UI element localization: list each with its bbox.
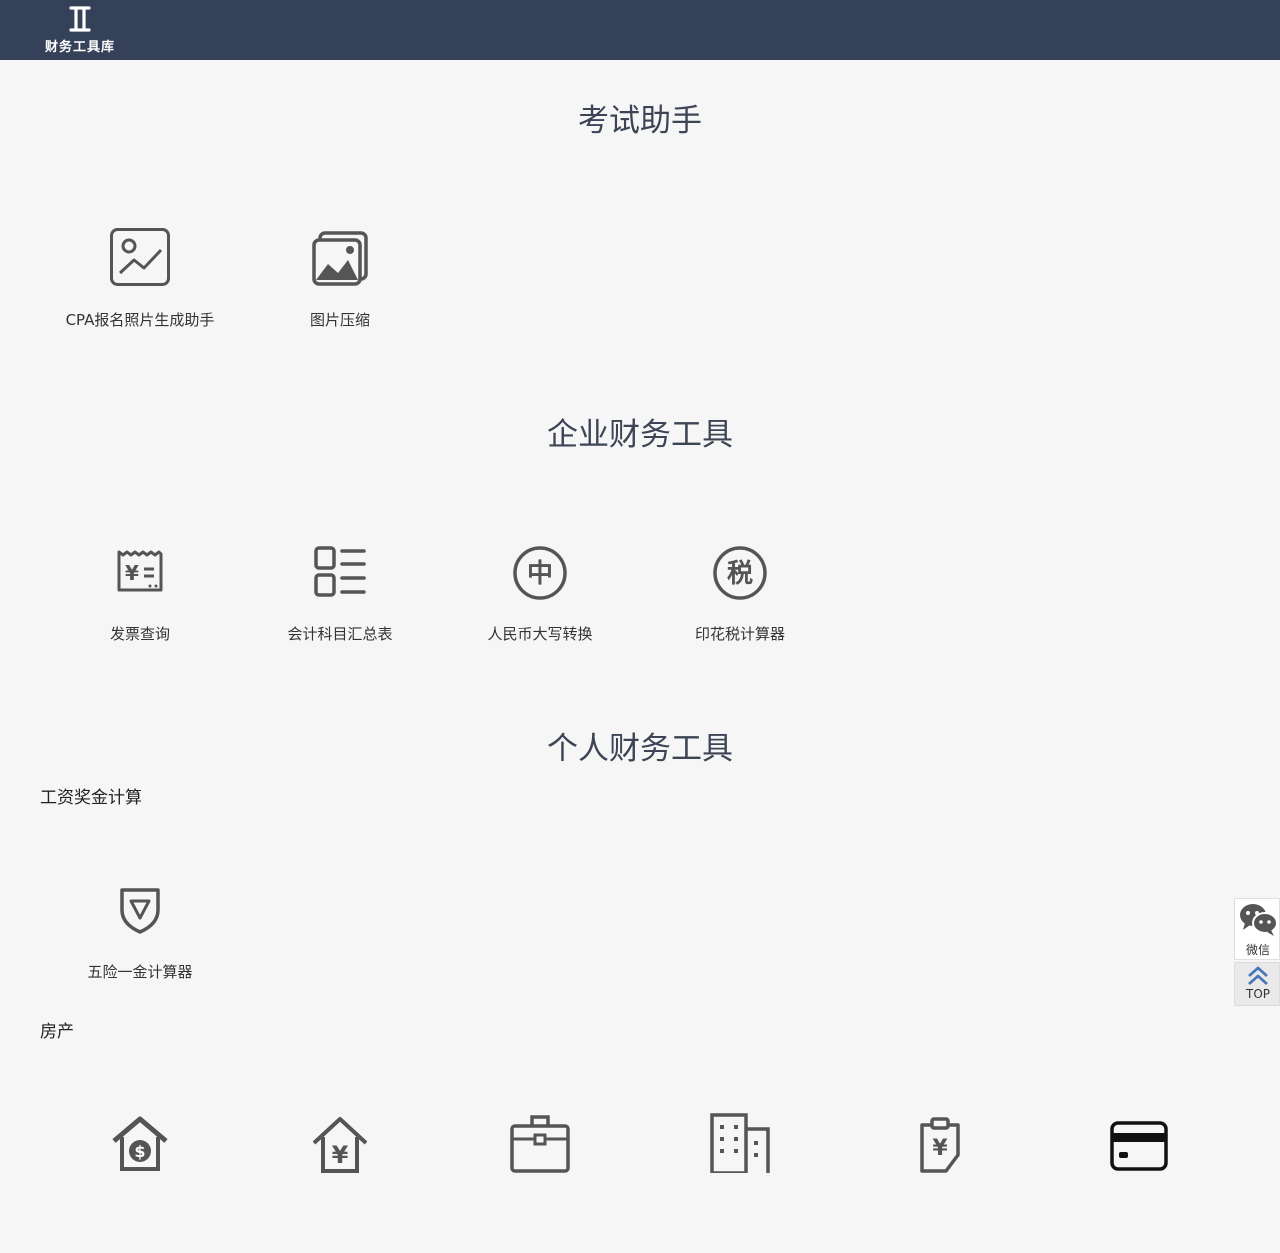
- tool-image-compress[interactable]: 图片压缩: [240, 228, 440, 368]
- tax-glyph: 税: [727, 559, 753, 589]
- clipboard-yuan-icon: ¥: [910, 1113, 970, 1173]
- tool-cpa-photo[interactable]: CPA报名照片生成助手: [40, 228, 240, 368]
- briefcase-icon: [510, 1113, 570, 1173]
- clipboard-yuan-glyph: ¥: [932, 1136, 948, 1161]
- building-icon: [710, 1113, 770, 1173]
- double-chevron-up-icon: [1248, 966, 1268, 986]
- zhong-circle-icon: 中: [510, 542, 570, 602]
- tool-label: 发票查询: [109, 625, 170, 643]
- list-grid-icon: [310, 542, 370, 602]
- yuan-glyph: ¥: [332, 1141, 349, 1169]
- section-title-personal: 个人财务工具: [547, 731, 733, 767]
- tool-label: 五险一金计算器: [87, 963, 193, 981]
- top-label: TOP: [1245, 987, 1270, 1001]
- tool-label: CPA报名照片生成助手: [65, 311, 215, 329]
- tool-stamp-tax[interactable]: 税 印花税计算器: [640, 542, 840, 682]
- bank-card-icon: [1110, 1113, 1170, 1173]
- section-title-exam: 考试助手: [578, 103, 702, 139]
- tool-invoice-query[interactable]: ¥ 发票查询: [40, 542, 240, 682]
- dollar-glyph: $: [134, 1142, 145, 1161]
- section-title-enterprise: 企业财务工具: [547, 417, 733, 453]
- tool-rmb-uppercase[interactable]: 中 人民币大写转换: [440, 542, 640, 682]
- invoice-icon: ¥: [110, 542, 170, 602]
- logo-mark-icon: [69, 6, 91, 32]
- tool-label: 人民币大写转换: [487, 625, 593, 643]
- tool-label: 图片压缩: [309, 311, 370, 329]
- tool-label: 会计科目汇总表: [287, 625, 393, 643]
- site-logo[interactable]: 财务工具库: [38, 6, 122, 55]
- photo-frame-icon: [110, 228, 170, 288]
- tax-circle-icon: 税: [710, 542, 770, 602]
- back-to-top-button[interactable]: TOP: [1234, 962, 1280, 1006]
- shield-icon: [110, 880, 170, 940]
- tool-housing-tax[interactable]: [440, 1113, 640, 1253]
- wechat-icon: [1240, 904, 1278, 936]
- tool-housing-fund[interactable]: ¥: [240, 1113, 440, 1253]
- wechat-float-button[interactable]: 微信: [1234, 898, 1280, 960]
- subsection-housing: 房产: [40, 1022, 74, 1042]
- tool-housing-card[interactable]: [1040, 1113, 1240, 1253]
- svg-text:¥: ¥: [125, 561, 139, 585]
- zhong-glyph: 中: [527, 559, 553, 589]
- tool-housing-building[interactable]: [640, 1113, 840, 1253]
- wechat-label: 微信: [1245, 943, 1270, 957]
- logo-text: 财务工具库: [44, 40, 115, 55]
- subsection-salary: 工资奖金计算: [40, 788, 142, 808]
- image-compress-icon: [310, 228, 370, 288]
- house-yuan-icon: ¥: [310, 1113, 370, 1173]
- tool-account-summary[interactable]: 会计科目汇总表: [240, 542, 440, 682]
- tool-housing-loan[interactable]: $: [40, 1113, 240, 1253]
- house-dollar-icon: $: [110, 1113, 170, 1173]
- top-header: 财务工具库: [0, 0, 1280, 60]
- tool-housing-clipboard[interactable]: ¥: [840, 1113, 1040, 1253]
- tool-label: 印花税计算器: [694, 625, 785, 643]
- tool-social-insurance[interactable]: 五险一金计算器: [40, 880, 240, 1020]
